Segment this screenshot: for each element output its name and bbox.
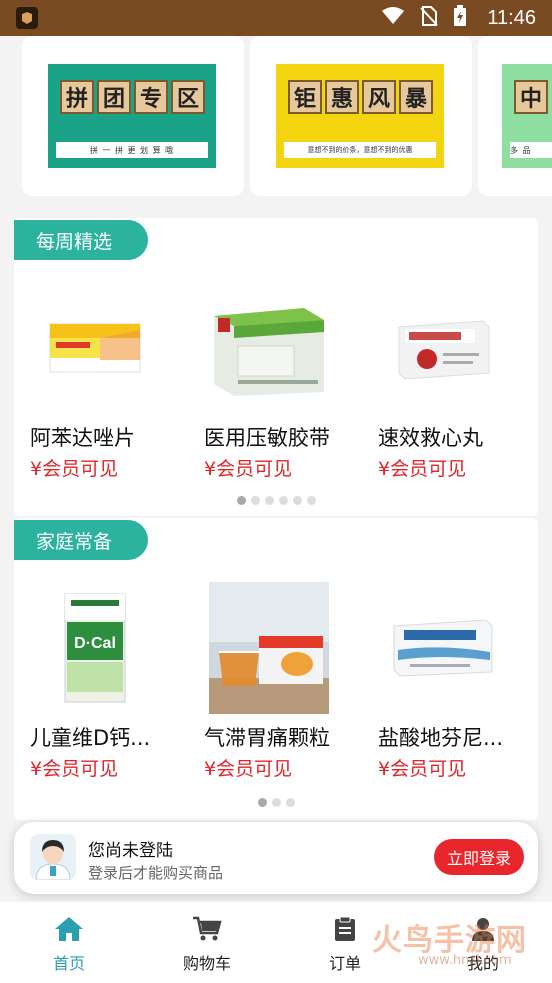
product-card[interactable]: 盐酸地芬尼... ¥会员可见	[376, 578, 546, 780]
nav-cart[interactable]: 购物车	[167, 916, 247, 973]
watermark-url: www.hnzj.com	[418, 953, 512, 968]
product-name: 速效救心丸	[378, 426, 483, 450]
wifi-icon	[381, 6, 405, 30]
product-card[interactable]: 阿苯达唑片 ¥会员可见	[28, 278, 198, 480]
promo-tile: 专	[134, 80, 168, 114]
product-image-difenidol	[382, 582, 504, 714]
promo-card-partial[interactable]: 中 多 品	[478, 36, 552, 196]
promo-tile: 惠	[325, 80, 359, 114]
promo-banner: 中 多 品	[502, 64, 552, 168]
promo-card-group-buy[interactable]: 拼 团 专 区 拼 一 拼 更 划 算 哦	[22, 36, 244, 196]
promo-tile: 团	[97, 80, 131, 114]
section-weekly-picks: 每周精选 阿苯达唑片 ¥会员可见 医用压敏胶带 ¥会员可见 速效救心丸 ¥会员可…	[14, 218, 538, 516]
carousel-dot-active	[236, 496, 246, 505]
login-title: 您尚未登陆	[88, 841, 173, 861]
product-image-dcal: D·Cal	[34, 582, 156, 714]
product-image-qizhi-weitong	[208, 582, 330, 714]
product-name: 气滞胃痛颗粒	[204, 726, 330, 750]
status-time: 11:46	[487, 6, 536, 29]
product-card[interactable]: 气滞胃痛颗粒 ¥会员可见	[202, 578, 372, 780]
promo-tile: 钜	[288, 80, 322, 114]
nav-home-label: 首页	[52, 954, 85, 973]
product-carousel[interactable]: 阿苯达唑片 ¥会员可见 医用压敏胶带 ¥会员可见 速效救心丸 ¥会员可见	[14, 278, 538, 480]
promo-banner: 拼 团 专 区 拼 一 拼 更 划 算 哦	[48, 64, 216, 168]
product-name: 阿苯达唑片	[30, 426, 135, 450]
promo-tile: 区	[171, 80, 205, 114]
carousel-indicator	[14, 496, 538, 505]
product-image-albendazole	[34, 282, 156, 414]
promo-subtitle: 意想不到的价条，意想不到的优惠	[284, 142, 436, 158]
product-image-medical-tape	[208, 282, 330, 414]
carousel-dot	[264, 496, 274, 505]
login-prompt: 您尚未登陆 登录后才能购买商品 立即登录	[14, 822, 538, 894]
product-name: 盐酸地芬尼...	[378, 726, 504, 750]
product-price: ¥会员可见	[204, 458, 293, 480]
status-bar: 11:46	[0, 0, 552, 36]
product-price: ¥会员可见	[378, 758, 467, 780]
product-price: ¥会员可见	[204, 758, 293, 780]
order-icon	[332, 916, 358, 946]
svg-text:D·Cal: D·Cal	[74, 635, 116, 652]
promo-subtitle: 拼 一 拼 更 划 算 哦	[56, 142, 208, 158]
app-notification-icon	[16, 7, 38, 29]
nav-cart-label: 购物车	[182, 954, 231, 973]
product-price: ¥会员可见	[30, 758, 119, 780]
promo-subtitle: 多 品	[510, 142, 552, 158]
carousel-dot	[285, 798, 295, 807]
doctor-avatar	[30, 834, 76, 880]
nav-orders-label: 订单	[328, 954, 361, 973]
product-card[interactable]: 速效救心丸 ¥会员可见	[376, 278, 546, 480]
login-subtitle: 登录后才能购买商品	[88, 864, 224, 882]
product-name: 儿童维D钙...	[30, 726, 151, 750]
promo-tile: 拼	[60, 80, 94, 114]
login-now-button[interactable]: 立即登录	[434, 839, 524, 875]
product-carousel[interactable]: D·Cal 儿童维D钙... ¥会员可见 气滞胃痛颗粒 ¥会员可见 盐酸地芬尼.…	[14, 578, 538, 780]
nav-home[interactable]: 首页	[29, 916, 109, 973]
carousel-dot	[250, 496, 260, 505]
battery-charging-icon	[453, 5, 467, 31]
promo-tile: 风	[362, 80, 396, 114]
promo-banner: 钜 惠 风 暴 意想不到的价条，意想不到的优惠	[276, 64, 444, 168]
section-title: 家庭常备	[14, 520, 148, 560]
carousel-dot	[278, 496, 288, 505]
product-card[interactable]: 医用压敏胶带 ¥会员可见	[202, 278, 372, 480]
promo-tile: 中	[514, 80, 548, 114]
product-name: 医用压敏胶带	[204, 426, 330, 450]
cart-icon	[192, 916, 222, 946]
product-price: ¥会员可见	[378, 458, 467, 480]
promo-card-big-discount[interactable]: 钜 惠 风 暴 意想不到的价条，意想不到的优惠	[250, 36, 472, 196]
promo-tile: 暴	[399, 80, 433, 114]
section-family-essentials: 家庭常备 D·Cal 儿童维D钙... ¥会员可见 气滞胃痛颗粒 ¥会员可见 盐…	[14, 518, 538, 820]
carousel-dot	[271, 798, 281, 807]
no-sim-icon	[419, 5, 439, 31]
carousel-dot-active	[257, 798, 267, 807]
product-image-suxiao-jiuxin	[382, 282, 504, 414]
carousel-indicator	[14, 798, 538, 807]
home-icon	[54, 916, 84, 946]
section-title: 每周精选	[14, 220, 148, 260]
product-card[interactable]: D·Cal 儿童维D钙... ¥会员可见	[28, 578, 198, 780]
carousel-dot	[292, 496, 302, 505]
carousel-dot	[306, 496, 316, 505]
promo-carousel[interactable]: 拼 团 专 区 拼 一 拼 更 划 算 哦 钜 惠 风 暴 意想不到的价条，意想…	[0, 36, 552, 206]
product-price: ¥会员可见	[30, 458, 119, 480]
